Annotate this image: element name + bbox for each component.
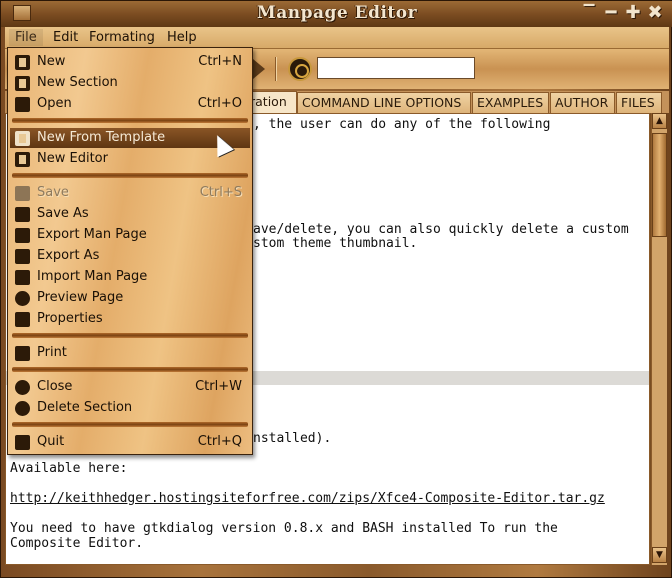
preview-icon: [15, 291, 30, 306]
scroll-down-icon[interactable]: ▼: [652, 547, 667, 563]
tab-files[interactable]: FILES: [616, 92, 662, 113]
menu-item-accel: Ctrl+N: [198, 54, 242, 69]
save-as-icon: [15, 207, 30, 222]
menu-item-print[interactable]: Print: [10, 343, 250, 363]
editor-line: stom theme thumbnail.: [253, 236, 418, 251]
delete-icon: [15, 401, 30, 416]
new-section-icon: [15, 76, 30, 91]
menu-separator: [12, 422, 248, 427]
tab-command-line-options[interactable]: COMMAND LINE OPTIONS: [297, 92, 471, 113]
save-icon: [15, 186, 30, 201]
forward-arrow-icon[interactable]: [253, 59, 265, 79]
menu-item-label: Open: [37, 96, 72, 111]
window-title: Manpage Editor: [256, 3, 418, 23]
search-icon[interactable]: [288, 57, 312, 81]
template-icon: [15, 131, 30, 146]
menu-separator: [12, 173, 248, 178]
editor-line: You need to have gtkdialog version 0.8.x…: [10, 521, 558, 536]
editor-line: , the user can do any of the following: [253, 117, 551, 132]
restore-icon[interactable]: ━: [601, 3, 621, 23]
menu-item-import-man-page[interactable]: Import Man Page: [10, 267, 250, 287]
menu-item-quit[interactable]: Quit Ctrl+Q: [10, 432, 250, 452]
menu-bar: File Edit Formating Help: [5, 27, 669, 49]
maximize-icon[interactable]: ✚: [623, 3, 643, 23]
menu-item-label: Close: [37, 379, 73, 394]
menu-item-preview-page[interactable]: Preview Page: [10, 288, 250, 308]
close-icon: [15, 380, 30, 395]
menu-file[interactable]: File: [9, 29, 43, 46]
menu-separator: [12, 118, 248, 123]
quit-icon: [15, 435, 30, 450]
app-window: Manpage Editor ▔ ━ ✚ ✖ File Edit Formati…: [0, 0, 672, 578]
editor-line: Available here:: [10, 461, 128, 476]
new-document-icon: [15, 55, 30, 70]
scroll-up-icon[interactable]: ▲: [652, 113, 667, 129]
menu-item-label: Preview Page: [37, 290, 124, 305]
menu-item-label: Save: [37, 185, 69, 200]
export-as-icon: [15, 249, 30, 264]
menu-item-properties[interactable]: Properties: [10, 309, 250, 329]
menu-formating[interactable]: Formating: [83, 29, 161, 46]
menu-item-open[interactable]: Open Ctrl+O: [10, 94, 250, 114]
menu-item-label: Import Man Page: [37, 269, 148, 284]
editor-line: ave/delete, you can also quickly delete …: [253, 222, 629, 237]
minimize-icon[interactable]: ▔: [579, 3, 599, 23]
menu-item-new-editor[interactable]: New Editor: [10, 149, 250, 169]
menu-item-label: Properties: [37, 311, 103, 326]
menu-item-export-as[interactable]: Export As: [10, 246, 250, 266]
menu-item-label: New From Template: [37, 130, 166, 145]
menu-help[interactable]: Help: [161, 29, 203, 46]
menu-item-save-as[interactable]: Save As: [10, 204, 250, 224]
new-editor-icon: [15, 152, 30, 167]
tab-examples[interactable]: EXAMPLES: [472, 92, 549, 113]
menu-item-accel: Ctrl+O: [197, 96, 242, 111]
import-icon: [15, 270, 30, 285]
menu-item-label: Print: [37, 345, 67, 360]
download-link[interactable]: http://keithhedger.hostingsiteforfree.co…: [10, 491, 605, 506]
export-icon: [15, 228, 30, 243]
scroll-thumb[interactable]: [652, 133, 667, 237]
menu-item-label: Delete Section: [37, 400, 133, 415]
menu-item-accel: Ctrl+Q: [197, 434, 242, 449]
tab-author[interactable]: AUTHOR: [550, 92, 615, 113]
title-bar[interactable]: Manpage Editor ▔ ━ ✚ ✖: [1, 1, 672, 27]
menu-item-label: Export Man Page: [37, 227, 147, 242]
menu-item-label: New Section: [37, 75, 118, 90]
toolbar-separator: [275, 57, 277, 81]
menu-item-label: Quit: [37, 434, 65, 449]
editor-line: Composite Editor.: [10, 536, 144, 551]
search-input[interactable]: [317, 57, 475, 79]
menu-edit[interactable]: Edit: [47, 29, 84, 46]
menu-item-label: Export As: [37, 248, 100, 263]
print-icon: [15, 346, 30, 361]
menu-item-new-section[interactable]: New Section: [10, 73, 250, 93]
folder-open-icon: [15, 97, 30, 112]
menu-item-label: Save As: [37, 206, 89, 221]
menu-separator: [12, 367, 248, 372]
vertical-scrollbar[interactable]: ▲ ▼: [651, 113, 667, 565]
menu-item-save: Save Ctrl+S: [10, 183, 250, 203]
menu-item-accel: Ctrl+S: [199, 185, 242, 200]
menu-item-new[interactable]: New Ctrl+N: [10, 52, 250, 72]
menu-separator: [12, 333, 248, 338]
close-window-icon[interactable]: ✖: [645, 3, 665, 23]
file-menu-dropdown: New Ctrl+N New Section Open Ctrl+O New F…: [7, 47, 253, 455]
menu-item-label: New: [37, 54, 66, 69]
menu-item-accel: Ctrl+W: [195, 379, 242, 394]
menu-item-close[interactable]: Close Ctrl+W: [10, 377, 250, 397]
editor-line: nstalled).: [253, 431, 332, 446]
properties-icon: [15, 312, 30, 327]
menu-item-delete-section[interactable]: Delete Section: [10, 398, 250, 418]
menu-item-label: New Editor: [37, 151, 108, 166]
menu-item-export-man-page[interactable]: Export Man Page: [10, 225, 250, 245]
